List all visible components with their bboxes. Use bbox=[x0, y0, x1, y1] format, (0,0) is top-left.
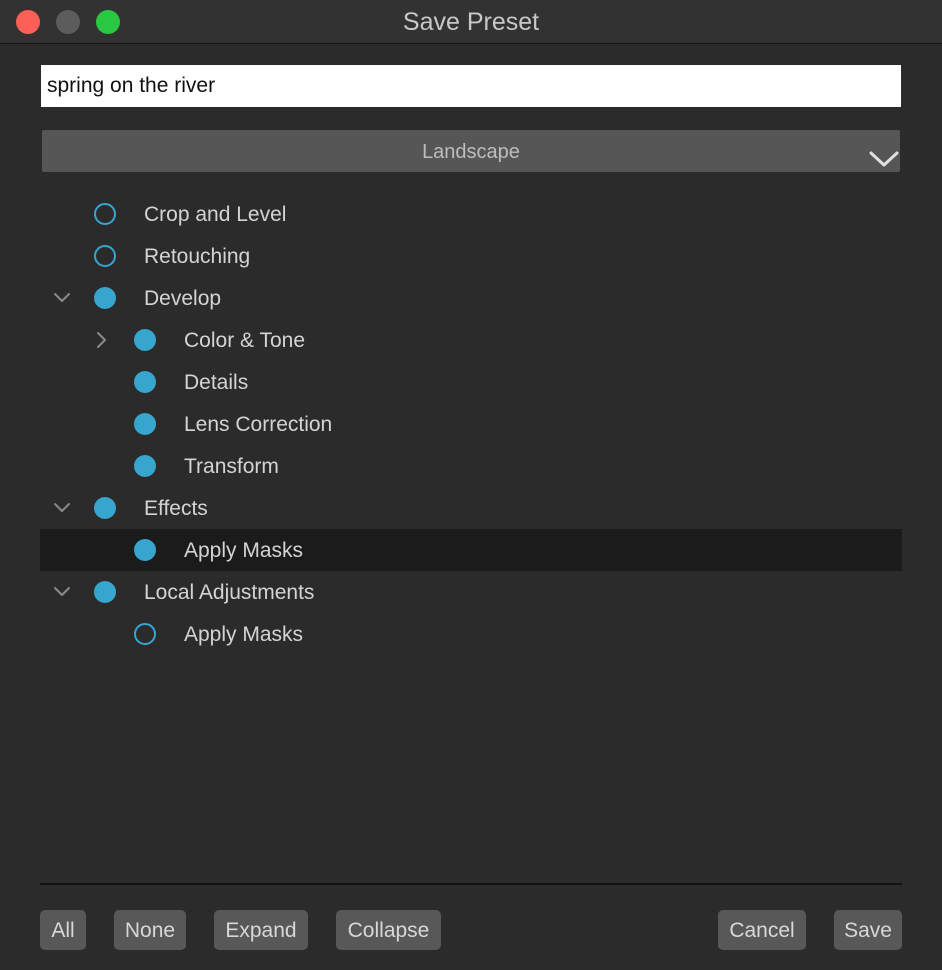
select-none-button[interactable]: None bbox=[114, 910, 186, 950]
tree-row[interactable]: Effects bbox=[40, 487, 902, 529]
checked-radio-icon[interactable] bbox=[94, 497, 116, 519]
divider bbox=[40, 883, 902, 885]
tree-item-label: Lens Correction bbox=[184, 413, 333, 436]
tree-item-label: Develop bbox=[144, 287, 222, 310]
checked-radio-icon[interactable] bbox=[94, 581, 116, 603]
tree-item-label: Local Adjustments bbox=[144, 581, 315, 604]
checked-radio-icon[interactable] bbox=[134, 539, 156, 561]
checked-radio-icon[interactable] bbox=[134, 329, 156, 351]
tree-row[interactable]: Develop bbox=[40, 277, 902, 319]
tree-item-label: Crop and Level bbox=[144, 203, 287, 226]
tree-row[interactable]: Apply Masks bbox=[40, 529, 902, 571]
category-selected-label: Landscape bbox=[422, 141, 520, 163]
expand-all-button[interactable]: Expand bbox=[214, 910, 308, 950]
chevron-down-icon[interactable] bbox=[52, 582, 72, 602]
chevron-right-icon[interactable] bbox=[92, 330, 112, 350]
collapse-all-button[interactable]: Collapse bbox=[336, 910, 441, 950]
chevron-down-icon bbox=[869, 151, 899, 167]
save-preset-window: Save Preset Landscape Crop and Level Reto… bbox=[0, 0, 942, 970]
select-all-button[interactable]: All bbox=[40, 910, 86, 950]
chevron-down-icon[interactable] bbox=[52, 288, 72, 308]
tree-row[interactable]: Retouching bbox=[40, 235, 902, 277]
tree-row[interactable]: Lens Correction bbox=[40, 403, 902, 445]
tree-item-label: Color & Tone bbox=[184, 329, 306, 352]
settings-tree: Crop and Level Retouching Develop Color & T… bbox=[40, 193, 902, 655]
tree-item-label: Apply Masks bbox=[184, 623, 304, 646]
tree-item-label: Transform bbox=[184, 455, 279, 478]
category-dropdown[interactable]: Landscape bbox=[42, 130, 900, 172]
checked-radio-icon[interactable] bbox=[94, 287, 116, 309]
unchecked-radio-icon[interactable] bbox=[94, 245, 116, 267]
unchecked-radio-icon[interactable] bbox=[94, 203, 116, 225]
title-bar: Save Preset bbox=[0, 0, 942, 44]
tree-row[interactable]: Apply Masks bbox=[40, 613, 902, 655]
unchecked-radio-icon[interactable] bbox=[134, 623, 156, 645]
preset-name-input[interactable] bbox=[41, 65, 901, 107]
tree-item-label: Apply Masks bbox=[184, 539, 304, 562]
checked-radio-icon[interactable] bbox=[134, 455, 156, 477]
tree-row[interactable]: Crop and Level bbox=[40, 193, 902, 235]
tree-row[interactable]: Details bbox=[40, 361, 902, 403]
chevron-down-icon[interactable] bbox=[52, 498, 72, 518]
save-button[interactable]: Save bbox=[834, 910, 902, 950]
tree-item-label: Effects bbox=[144, 497, 208, 520]
checked-radio-icon[interactable] bbox=[134, 371, 156, 393]
tree-item-label: Retouching bbox=[144, 245, 251, 268]
checked-radio-icon[interactable] bbox=[134, 413, 156, 435]
tree-item-label: Details bbox=[184, 371, 249, 394]
tree-row[interactable]: Transform bbox=[40, 445, 902, 487]
tree-row[interactable]: Local Adjustments bbox=[40, 571, 902, 613]
window-title: Save Preset bbox=[402, 8, 540, 36]
tree-row[interactable]: Color & Tone bbox=[40, 319, 902, 361]
cancel-button[interactable]: Cancel bbox=[718, 910, 806, 950]
